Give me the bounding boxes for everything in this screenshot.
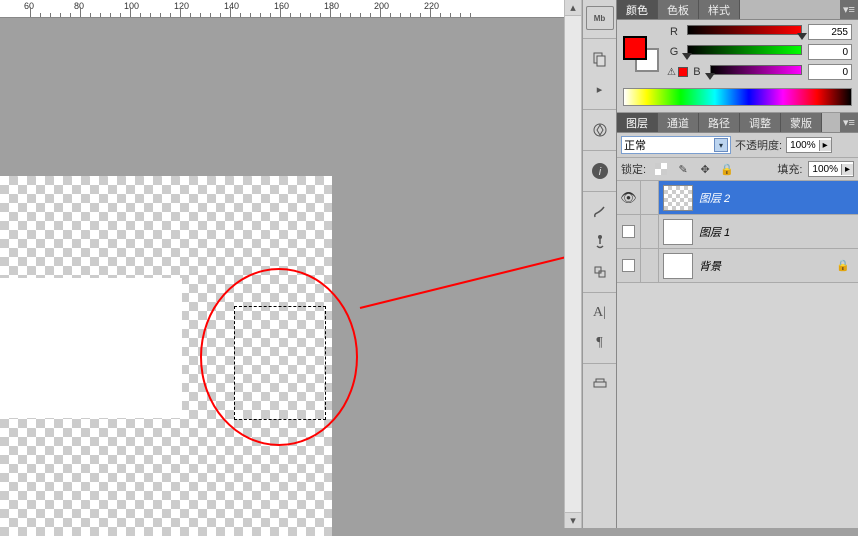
- layer-row[interactable]: 图层 1: [617, 215, 858, 249]
- lock-icon: 🔒: [836, 259, 850, 272]
- layers-panel-menu-icon[interactable]: ▾≡: [840, 113, 858, 132]
- color-panel-tabbar: 颜色 色板 样式 ▾≡: [617, 0, 858, 20]
- tab-swatches[interactable]: 色板: [658, 0, 699, 19]
- link-column[interactable]: [641, 215, 659, 248]
- visibility-checkbox[interactable]: [622, 259, 635, 272]
- layer-main[interactable]: 图层 2: [659, 181, 858, 214]
- layers-lock-row: 锁定: ✎ ✥ 🔒 填充: 100% ▸: [617, 158, 858, 181]
- color-spectrum-ramp[interactable]: [623, 88, 852, 106]
- blend-mode-select[interactable]: 正常 ▾: [621, 136, 731, 154]
- red-label: R: [667, 26, 681, 38]
- lock-pixels-icon[interactable]: ✎: [674, 161, 692, 177]
- opacity-label: 不透明度:: [735, 137, 782, 153]
- paragraph-icon[interactable]: ¶: [586, 331, 614, 355]
- green-input[interactable]: [808, 44, 852, 60]
- fill-value: 100%: [809, 164, 841, 175]
- red-input[interactable]: [808, 24, 852, 40]
- ruler-horizontal[interactable]: 6080100120140160180200220: [0, 0, 582, 18]
- layer-list: 👁 图层 2 图层 1 背景 🔒: [617, 181, 858, 283]
- right-panels: 颜色 色板 样式 ▾≡ R G ⚠: [616, 0, 858, 528]
- visibility-checkbox[interactable]: [622, 225, 635, 238]
- lock-label: 锁定:: [621, 161, 646, 177]
- lock-transparency-icon[interactable]: [652, 161, 670, 177]
- layer-row[interactable]: 👁 图层 2: [617, 181, 858, 215]
- info-icon[interactable]: i: [586, 159, 614, 183]
- layer-main[interactable]: 图层 1: [659, 215, 858, 248]
- actions-icon[interactable]: ▸: [586, 77, 614, 101]
- color-swatch-selector[interactable]: [623, 36, 659, 72]
- layer-main[interactable]: 背景 🔒: [659, 249, 858, 282]
- tab-channels[interactable]: 通道: [658, 113, 699, 132]
- scroll-up-button[interactable]: ▴: [565, 0, 581, 16]
- tab-masks[interactable]: 蒙版: [781, 113, 822, 132]
- layers-panel-tabbar: 图层 通道 路径 调整 蒙版 ▾≡: [617, 113, 858, 133]
- white-layer-content: [0, 278, 182, 418]
- minibridge-icon[interactable]: Mb: [586, 6, 614, 30]
- history-icon[interactable]: [586, 47, 614, 71]
- lock-position-icon[interactable]: ✥: [696, 161, 714, 177]
- gamut-color-icon[interactable]: [678, 67, 688, 77]
- fill-field[interactable]: 100% ▸: [808, 161, 854, 177]
- blue-input[interactable]: [808, 64, 852, 80]
- scroll-down-button[interactable]: ▾: [565, 512, 581, 528]
- gamut-warning-icon[interactable]: ⚠: [667, 67, 676, 78]
- layer-thumbnail[interactable]: [663, 185, 693, 211]
- lock-all-icon[interactable]: 🔒: [718, 161, 736, 177]
- link-column[interactable]: [641, 181, 659, 214]
- layer-thumbnail[interactable]: [663, 253, 693, 279]
- visibility-toggle[interactable]: 👁: [617, 181, 641, 214]
- navigator-icon[interactable]: [586, 118, 614, 142]
- layer-row[interactable]: 背景 🔒: [617, 249, 858, 283]
- blue-slider[interactable]: [710, 65, 802, 79]
- green-label: G: [667, 46, 681, 58]
- color-panel-menu-icon[interactable]: ▾≡: [840, 0, 858, 19]
- tab-adjustments[interactable]: 调整: [740, 113, 781, 132]
- color-panel: R G ⚠ B: [617, 20, 858, 113]
- chevron-down-icon: ▾: [714, 138, 728, 152]
- layer-thumbnail[interactable]: [663, 219, 693, 245]
- tab-color[interactable]: 颜色: [617, 0, 658, 19]
- panel-icon-rail: Mb ▸ i A| ¶: [582, 0, 616, 528]
- layer-name-label: 图层 1: [699, 224, 730, 240]
- opacity-dropdown-icon[interactable]: ▸: [819, 140, 831, 151]
- fill-label: 填充:: [777, 161, 802, 177]
- blend-mode-value: 正常: [624, 137, 646, 153]
- layers-panel: 正常 ▾ 不透明度: 100% ▸ 锁定: ✎ ✥ 🔒 填充: 100% ▸ 👁…: [617, 133, 858, 283]
- blue-label: B: [690, 66, 704, 78]
- layer-name-label: 图层 2: [699, 190, 730, 206]
- annotation-circle: [200, 268, 358, 446]
- fill-dropdown-icon[interactable]: ▸: [841, 164, 853, 175]
- opacity-field[interactable]: 100% ▸: [786, 137, 832, 153]
- brushes-icon[interactable]: [586, 230, 614, 254]
- red-slider[interactable]: [687, 25, 802, 39]
- tab-paths[interactable]: 路径: [699, 113, 740, 132]
- canvas-area[interactable]: [0, 18, 582, 528]
- visibility-toggle[interactable]: [617, 215, 641, 248]
- link-column[interactable]: [641, 249, 659, 282]
- eye-icon: 👁: [620, 190, 637, 206]
- tool-preset-icon[interactable]: [586, 372, 614, 396]
- visibility-toggle[interactable]: [617, 249, 641, 282]
- green-slider[interactable]: [687, 45, 802, 59]
- opacity-value: 100%: [787, 140, 819, 151]
- foreground-color-swatch[interactable]: [623, 36, 647, 60]
- layer-name-label: 背景: [699, 258, 721, 274]
- tab-styles[interactable]: 样式: [699, 0, 740, 19]
- brush-presets-icon[interactable]: [586, 200, 614, 224]
- canvas-vertical-scrollbar[interactable]: ▴ ▾: [564, 0, 582, 528]
- tab-layers[interactable]: 图层: [617, 113, 658, 132]
- layers-blend-row: 正常 ▾ 不透明度: 100% ▸: [617, 133, 858, 158]
- clone-source-icon[interactable]: [586, 260, 614, 284]
- character-icon[interactable]: A|: [586, 301, 614, 325]
